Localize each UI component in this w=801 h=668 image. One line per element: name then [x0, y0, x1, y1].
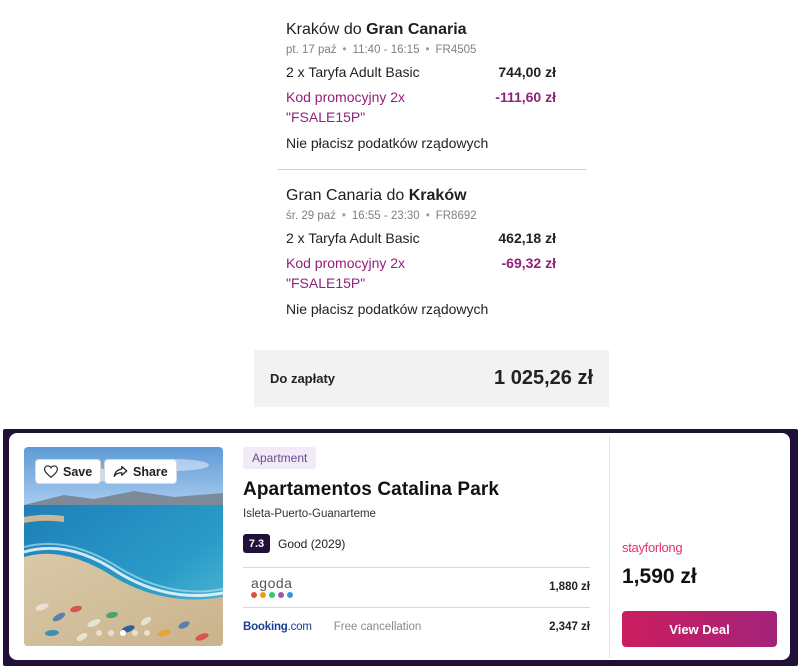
- leg-destination: Kraków: [408, 187, 467, 204]
- pagination-dot[interactable]: [132, 630, 138, 636]
- agoda-logo: agoda: [243, 576, 293, 598]
- hotel-name[interactable]: Apartamentos Catalina Park: [243, 479, 590, 501]
- tax-note: Nie płacisz podatków rządowych: [286, 135, 489, 151]
- photo-pagination: [96, 630, 150, 636]
- total-label: Do zapłaty: [270, 371, 336, 386]
- leg-date: pt. 17 paź: [286, 44, 337, 56]
- meta-separator: •: [342, 44, 347, 56]
- leg-connector: do: [386, 187, 405, 204]
- agoda-logo-text: agoda: [251, 574, 293, 591]
- rating-text: Good (2029): [278, 536, 346, 551]
- meta-separator: •: [341, 210, 346, 222]
- agoda-logo-dot: [260, 591, 266, 598]
- property-type-tag: Apartment: [243, 447, 317, 469]
- agoda-logo-dot: [251, 591, 257, 598]
- leg-origin: Gran Canaria: [286, 187, 383, 204]
- leg-flight-number: FR8692: [435, 210, 477, 222]
- share-button[interactable]: Share: [104, 459, 177, 484]
- provider-price: 1,880 zł: [549, 580, 590, 593]
- card-divider: [609, 436, 610, 658]
- agoda-logo-dot: [287, 591, 293, 598]
- hotel-location: Isleta-Puerto-Guanarteme: [243, 508, 376, 520]
- leg-connector: do: [343, 21, 362, 38]
- agoda-logo-dot: [269, 591, 275, 598]
- leg-time: 16:55 - 23:30: [351, 210, 420, 222]
- view-deal-button[interactable]: View Deal: [622, 611, 777, 647]
- fare-label: 2 x Taryfa Adult Basic: [286, 64, 420, 80]
- pagination-dot[interactable]: [144, 630, 150, 636]
- pagination-dot-active[interactable]: [120, 630, 126, 636]
- provider-row-agoda[interactable]: agoda 1,880 zł: [243, 567, 590, 605]
- booking-logo: Booking.com: [243, 621, 312, 633]
- meta-separator: •: [425, 210, 430, 222]
- flight-leg-return: Gran Canaria do Kraków śr. 29 paź • 16:5…: [278, 186, 586, 222]
- booking-logo-main: Booking: [243, 620, 288, 633]
- total-value: 1 025,26 zł: [494, 367, 593, 389]
- flight-summary: Kraków do Gran Canaria pt. 17 paź • 11:4…: [278, 0, 586, 319]
- deal-price: 1,590 zł: [622, 565, 697, 588]
- fare-row: 2 x Taryfa Adult Basic 462,18 zł: [286, 228, 556, 248]
- agoda-logo-dot: [278, 591, 284, 598]
- stayforlong-logo: stayforlong: [622, 540, 683, 555]
- tax-note: Nie płacisz podatków rządowych: [286, 301, 489, 317]
- leg-divider: [278, 169, 586, 170]
- leg-destination: Gran Canaria: [366, 21, 467, 38]
- hotel-info: Apartment Apartamentos Catalina Park Isl…: [243, 447, 590, 553]
- hotel-rating: 7.3 Good (2029): [243, 534, 590, 553]
- leg-origin: Kraków: [286, 21, 340, 38]
- save-button[interactable]: Save: [35, 459, 102, 484]
- share-label: Share: [133, 464, 168, 479]
- leg-flight-number: FR4505: [435, 44, 477, 56]
- promo-label: Kod promocyjny 2x "FSALE15P": [286, 89, 406, 125]
- total-box: Do zapłaty 1 025,26 zł: [254, 350, 609, 407]
- fare-breakdown: 2 x Taryfa Adult Basic 744,00 zł Kod pro…: [278, 62, 556, 153]
- rating-badge: 7.3: [243, 534, 270, 553]
- promo-label: Kod promocyjny 2x "FSALE15P": [286, 255, 406, 291]
- leg-title: Gran Canaria do Kraków: [286, 186, 586, 206]
- leg-time: 11:40 - 16:15: [352, 44, 420, 56]
- leg-meta: śr. 29 paź • 16:55 - 23:30 • FR8692: [286, 210, 586, 222]
- free-cancellation-note: Free cancellation: [333, 620, 422, 633]
- fare-breakdown: 2 x Taryfa Adult Basic 462,18 zł Kod pro…: [278, 228, 556, 319]
- leg-date: śr. 29 paź: [286, 210, 336, 222]
- heart-icon: [44, 465, 58, 478]
- promo-amount: -111,60 zł: [495, 89, 556, 105]
- fare-label: 2 x Taryfa Adult Basic: [286, 230, 420, 246]
- save-label: Save: [63, 464, 93, 479]
- leg-title: Kraków do Gran Canaria: [286, 20, 586, 40]
- agoda-logo-dots: [251, 591, 293, 598]
- promo-row: Kod promocyjny 2x "FSALE15P" -111,60 zł: [286, 87, 556, 127]
- booking-logo-suffix: .com: [287, 620, 312, 633]
- fare-amount: 462,18 zł: [498, 230, 556, 246]
- leg-meta: pt. 17 paź • 11:40 - 16:15 • FR4505: [286, 44, 586, 56]
- best-deal: stayforlong 1,590 zł: [622, 540, 778, 589]
- pagination-dot[interactable]: [96, 630, 102, 636]
- share-arrow-icon: [113, 465, 128, 478]
- pagination-dot[interactable]: [108, 630, 114, 636]
- meta-separator: •: [425, 44, 430, 56]
- fare-amount: 744,00 zł: [498, 64, 556, 80]
- promo-amount: -69,32 zł: [501, 255, 556, 271]
- flight-leg-outbound: Kraków do Gran Canaria pt. 17 paź • 11:4…: [278, 20, 586, 56]
- provider-price: 2,347 zł: [549, 620, 590, 633]
- fare-row: 2 x Taryfa Adult Basic 744,00 zł: [286, 62, 556, 82]
- promo-row: Kod promocyjny 2x "FSALE15P" -69,32 zł: [286, 253, 556, 293]
- provider-row-booking[interactable]: Booking.com Free cancellation 2,347 zł: [243, 607, 590, 645]
